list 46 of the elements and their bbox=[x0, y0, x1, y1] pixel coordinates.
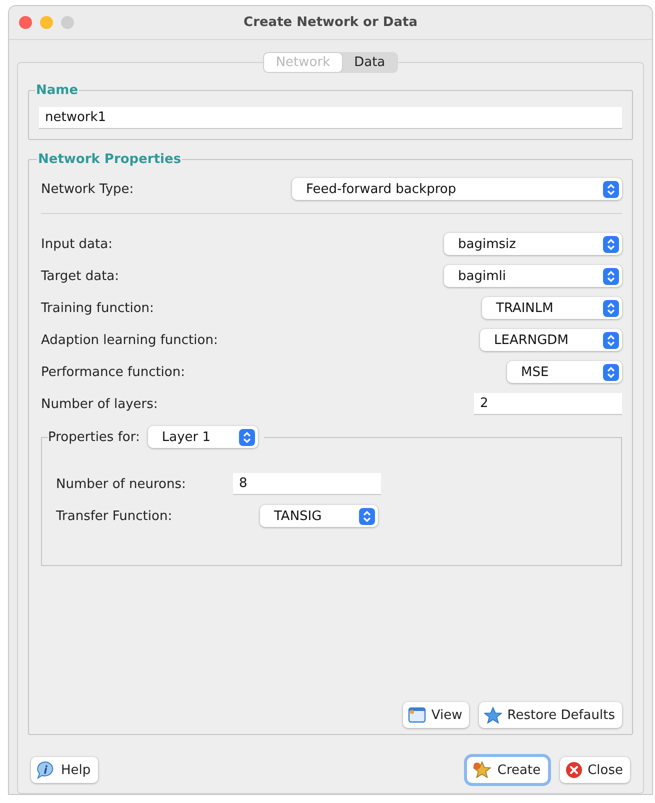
field-label: Number of neurons: bbox=[56, 476, 187, 492]
stepper-icon bbox=[603, 180, 619, 198]
window-icon bbox=[408, 707, 426, 723]
info-icon bbox=[36, 761, 56, 779]
dropdown[interactable]: TRAINLM bbox=[482, 297, 622, 319]
field-label: Transfer Function: bbox=[56, 508, 174, 524]
field-label: Number of layers: bbox=[41, 396, 158, 412]
star-icon bbox=[472, 761, 492, 779]
tab[interactable]: Data bbox=[342, 53, 398, 72]
field-label: Target data: bbox=[41, 268, 120, 284]
minimize-button[interactable] bbox=[40, 16, 53, 29]
stepper-icon bbox=[359, 508, 375, 524]
field-label: Network Type: bbox=[41, 182, 134, 196]
help-button[interactable]: Help bbox=[31, 757, 98, 783]
dropdown[interactable]: bagimsiz bbox=[444, 233, 622, 255]
dropdown[interactable]: LEARNGDM bbox=[480, 329, 622, 351]
stepper-icon bbox=[603, 236, 619, 252]
field-label: Adaption learning function: bbox=[41, 332, 218, 348]
group-title: Network Properties bbox=[37, 152, 182, 167]
dropdown[interactable]: bagimli bbox=[444, 265, 622, 287]
field-label: Training function: bbox=[41, 300, 154, 316]
neurons-field[interactable]: 8 bbox=[233, 473, 381, 495]
create-button[interactable]: Create bbox=[467, 757, 548, 783]
view-button[interactable]: View bbox=[403, 702, 470, 728]
stepper-icon bbox=[238, 428, 255, 446]
stepper-icon bbox=[603, 300, 619, 316]
stepper-icon bbox=[603, 268, 619, 284]
field-label: Performance function: bbox=[41, 364, 185, 380]
transfer-function-select[interactable]: TANSIG bbox=[260, 505, 378, 527]
close-button[interactable]: Close bbox=[560, 757, 630, 783]
name-field[interactable]: network1 bbox=[39, 107, 622, 129]
zoom-button[interactable] bbox=[61, 16, 74, 29]
dropdown[interactable]: MSE bbox=[507, 361, 622, 383]
number-field[interactable]: 2 bbox=[474, 393, 622, 415]
field-label: Properties for: bbox=[48, 430, 140, 444]
group-title: Name bbox=[35, 83, 80, 98]
stepper-icon bbox=[603, 332, 619, 348]
field-label: Input data: bbox=[41, 236, 112, 252]
layer-select[interactable]: Layer 1 bbox=[148, 426, 258, 448]
window-title: Create Network or Data bbox=[244, 15, 418, 30]
restore-button[interactable]: Restore Defaults bbox=[479, 702, 622, 728]
star-icon bbox=[484, 706, 502, 724]
stepper-icon bbox=[603, 364, 619, 380]
close-button[interactable] bbox=[19, 16, 32, 29]
network-type-select[interactable]: Feed-forward backprop bbox=[292, 178, 622, 200]
close-icon bbox=[564, 761, 583, 779]
